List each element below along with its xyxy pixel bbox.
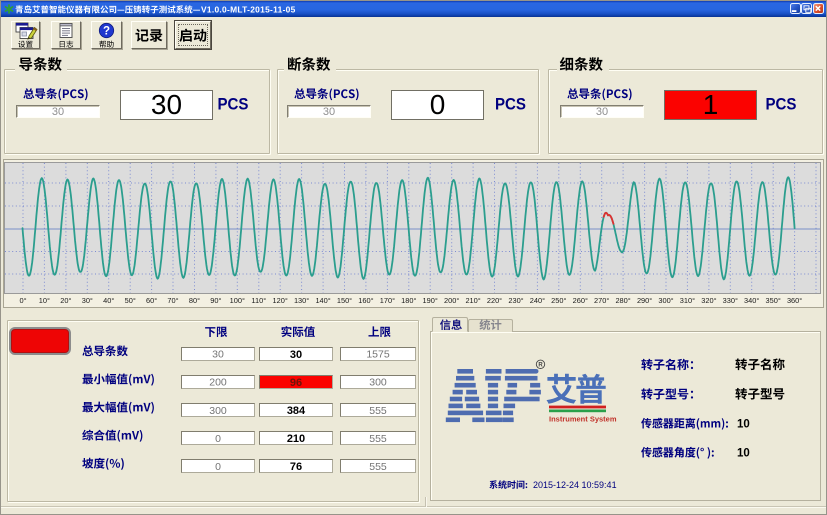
svg-text:340°: 340° (744, 296, 759, 305)
svg-text:60°: 60° (146, 296, 157, 305)
svg-text:230°: 230° (508, 296, 523, 305)
svg-text:V1.0.0-MLT-2015-11-05: V1.0.0-MLT-2015-11-05 (201, 4, 296, 14)
svg-text:10: 10 (737, 419, 750, 431)
svg-text:90°: 90° (210, 296, 221, 305)
svg-text:200°: 200° (444, 296, 459, 305)
svg-text:96: 96 (290, 377, 302, 389)
svg-text:30: 30 (52, 106, 64, 118)
svg-text:R: R (538, 363, 543, 369)
svg-text:1575: 1575 (366, 349, 390, 361)
svg-text:350°: 350° (766, 296, 781, 305)
svg-text:Instrument System: Instrument System (549, 415, 617, 424)
svg-text:200: 200 (209, 377, 227, 389)
svg-text:30: 30 (290, 349, 302, 361)
svg-text:76: 76 (290, 461, 302, 473)
svg-text:80°: 80° (189, 296, 200, 305)
svg-text:220°: 220° (487, 296, 502, 305)
svg-text:110°: 110° (251, 296, 266, 305)
svg-text:PCS: PCS (766, 94, 797, 113)
svg-text:210°: 210° (465, 296, 480, 305)
svg-text:70°: 70° (167, 296, 178, 305)
svg-text:250°: 250° (551, 296, 566, 305)
svg-text:210: 210 (287, 433, 305, 445)
svg-text:140°: 140° (315, 296, 330, 305)
svg-text:2015-12-24 10:59:41: 2015-12-24 10:59:41 (533, 480, 617, 490)
svg-text:300: 300 (209, 405, 227, 417)
svg-text:555: 555 (369, 461, 387, 473)
svg-text:10°: 10° (39, 296, 50, 305)
svg-text:180°: 180° (401, 296, 416, 305)
svg-text:20°: 20° (60, 296, 71, 305)
svg-text:150°: 150° (337, 296, 352, 305)
svg-text:0: 0 (430, 89, 446, 120)
svg-text:384: 384 (287, 405, 306, 417)
svg-text:30: 30 (323, 106, 335, 118)
svg-text:0°: 0° (19, 296, 26, 305)
svg-text:30°: 30° (82, 296, 93, 305)
svg-text:0: 0 (215, 433, 221, 445)
svg-text:190°: 190° (423, 296, 438, 305)
svg-text:30: 30 (596, 106, 608, 118)
svg-text:555: 555 (369, 405, 387, 417)
svg-text:30: 30 (151, 89, 182, 120)
svg-text:120°: 120° (273, 296, 288, 305)
svg-text:360°: 360° (787, 296, 802, 305)
svg-text:240°: 240° (530, 296, 545, 305)
svg-text:170°: 170° (380, 296, 395, 305)
svg-text:PCS: PCS (218, 94, 249, 113)
svg-text:555: 555 (369, 433, 387, 445)
svg-text:280°: 280° (615, 296, 630, 305)
svg-text:320°: 320° (701, 296, 716, 305)
svg-text:10: 10 (737, 448, 750, 460)
svg-text:1: 1 (703, 89, 719, 120)
svg-text:30: 30 (212, 349, 224, 361)
svg-text:300: 300 (369, 377, 387, 389)
svg-text:310°: 310° (680, 296, 695, 305)
svg-text:50°: 50° (125, 296, 136, 305)
svg-text:40°: 40° (103, 296, 114, 305)
svg-text:270°: 270° (594, 296, 609, 305)
svg-text:300°: 300° (658, 296, 673, 305)
svg-text:100°: 100° (230, 296, 245, 305)
svg-text:?: ? (103, 26, 110, 38)
svg-text:330°: 330° (723, 296, 738, 305)
svg-text:0: 0 (215, 461, 221, 473)
svg-text:290°: 290° (637, 296, 652, 305)
svg-text:PCS: PCS (495, 94, 526, 113)
svg-text:260°: 260° (573, 296, 588, 305)
svg-text:130°: 130° (294, 296, 309, 305)
svg-text:160°: 160° (358, 296, 373, 305)
